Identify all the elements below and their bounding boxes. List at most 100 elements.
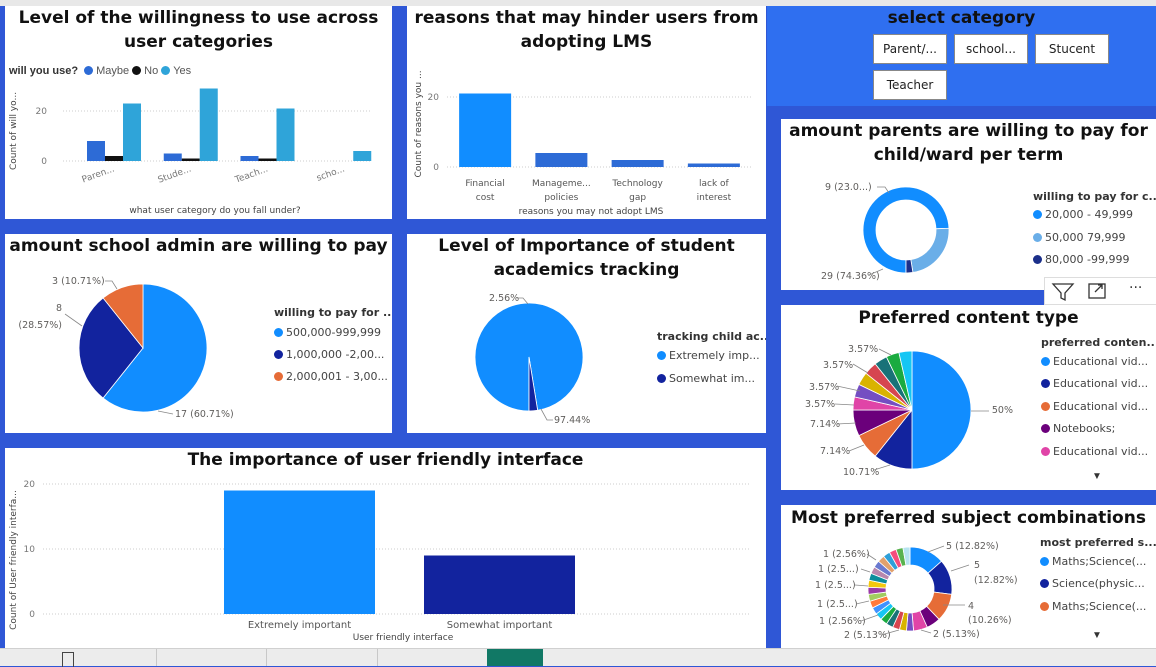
legend-swatch <box>1040 579 1049 588</box>
content-type-legend-label: Educational vid... <box>1053 355 1149 368</box>
legend-swatch <box>1033 233 1042 242</box>
tracking-legend-label: Somewhat im... <box>669 372 755 385</box>
data-label: 8 <box>56 303 62 314</box>
data-label: 3.57% <box>823 360 853 371</box>
slicer-option-student[interactable]: Stucent <box>1035 34 1109 64</box>
subjects-legend-item: Maths;Science(... <box>1040 555 1146 568</box>
tracking-legend-item: Extremely imp... <box>657 349 760 362</box>
legend-swatch <box>1040 602 1049 611</box>
parents-pay-legend-label: 80,000 -99,999 <box>1045 253 1130 266</box>
leader-line <box>852 363 869 374</box>
x-axis-title: User friendly interface <box>353 633 454 643</box>
divider <box>156 649 157 666</box>
y-axis-title: Count of User friendly interfa... <box>9 490 19 630</box>
legend-swatch <box>274 350 283 359</box>
data-label: (10.26%) <box>968 615 1012 626</box>
x-tick-label: Financial <box>465 179 504 189</box>
bar <box>123 103 141 161</box>
y-tick-label: 0 <box>29 610 35 620</box>
leader-line <box>927 545 945 553</box>
legend-swatch <box>1041 402 1050 411</box>
leader-line <box>157 410 174 415</box>
data-label: (12.82%) <box>974 575 1018 586</box>
leader-line <box>848 444 865 452</box>
admin-pay-legend-item: 1,000,000 -2,00... <box>274 348 384 361</box>
data-label: 50% <box>992 405 1013 416</box>
parents-pay-legend-item: 50,000 79,999 <box>1033 231 1125 244</box>
parents-pay-legend-title: willing to pay for c... <box>1033 190 1156 203</box>
tracking-legend-label: Extremely imp... <box>669 349 760 362</box>
parents-pay-legend-label: 20,000 - 49,999 <box>1045 208 1133 221</box>
leader-line <box>920 629 932 634</box>
legend-swatch <box>1041 424 1050 433</box>
legend-swatch <box>1041 379 1050 388</box>
x-tick-label: gap <box>629 193 646 203</box>
x-tick-label: Extremely important <box>248 620 351 631</box>
content-type-legend-item: Educational vid... <box>1041 400 1148 413</box>
content-type-legend-item: Notebooks; <box>1041 422 1115 435</box>
slicer-option-parent[interactable]: Parent/... <box>873 34 947 64</box>
divider <box>377 649 378 666</box>
legend-scroll-down-icon[interactable]: ▼ <box>1092 630 1102 641</box>
leader-line <box>878 348 892 356</box>
x-tick-label: scho... <box>315 164 346 183</box>
toolbar-icons: ··· <box>1051 280 1142 302</box>
more-options-icon[interactable]: ··· <box>1129 280 1142 296</box>
x-tick-label: lack of <box>699 179 730 189</box>
x-tick-label: Somewhat important <box>447 620 553 631</box>
content-type-legend-label: Educational vid... <box>1053 377 1149 390</box>
content-type-legend-label: Educational vid... <box>1053 400 1149 413</box>
willingness-chart-panel: Level of the willingness to use across u… <box>5 6 392 219</box>
subjects-legend-item: Maths;Science(... <box>1040 600 1146 613</box>
data-label: 1 (2.5...) <box>818 564 859 575</box>
subjects-legend-label: Maths;Science(... <box>1052 600 1147 613</box>
legend-swatch <box>657 374 666 383</box>
x-tick-label: Manageme... <box>532 179 591 189</box>
data-label: (28.57%) <box>18 320 62 331</box>
filter-icon[interactable] <box>1051 283 1075 302</box>
data-label: 9 (23.0...) <box>825 182 872 193</box>
tracking-chart-panel: Level of Importance of student academics… <box>407 234 766 433</box>
active-page-tab[interactable] <box>487 649 543 666</box>
data-label: 7.14% <box>810 419 840 430</box>
data-label: 17 (60.71%) <box>175 409 234 420</box>
data-label: 1 (2.5...) <box>815 580 856 591</box>
x-tick-label: Paren... <box>81 164 116 185</box>
parents-pay-legend-item: 20,000 - 49,999 <box>1033 208 1133 221</box>
divider <box>266 649 267 666</box>
bar <box>611 160 664 167</box>
data-label: 2 (5.13%) <box>844 630 891 641</box>
content-type-legend-title: preferred conten... <box>1041 336 1156 349</box>
bar <box>424 555 575 614</box>
data-label: 1 (2.56%) <box>819 616 866 627</box>
leader-line <box>540 408 553 421</box>
willingness-bar-chart: 0 20 Paren... Stude... Teach... scho... what u… <box>9 88 372 216</box>
bar <box>276 108 295 161</box>
legend-swatch <box>657 351 666 360</box>
admin-pay-legend-title: willing to pay for ... <box>274 306 392 319</box>
x-tick-label: interest <box>697 193 732 203</box>
bar <box>353 151 372 161</box>
leader-line <box>834 403 855 406</box>
bar <box>105 156 123 161</box>
subjects-legend-title: most preferred s... <box>1040 536 1156 549</box>
bar <box>224 490 375 614</box>
legend-scroll-down-icon[interactable]: ▼ <box>1092 471 1102 482</box>
slicer-option-teacher[interactable]: Teacher <box>873 70 947 100</box>
focus-mode-icon[interactable] <box>1088 283 1106 299</box>
parents-pay-legend-item: 80,000 -99,999 <box>1033 253 1129 266</box>
data-label: 97.44% <box>554 415 590 426</box>
parents-pay-legend-label: 50,000 79,999 <box>1045 231 1126 244</box>
content-type-legend-item: Educational vid... <box>1041 377 1148 390</box>
x-tick-label: policies <box>544 193 578 203</box>
legend-swatch <box>1041 447 1050 456</box>
content-type-pie-chart: 50% 10.71% 7.14% 7.14% 3.57% 3.57% 3.57% 3.57% <box>805 344 1013 478</box>
leader-line <box>855 600 870 605</box>
slicer-option-school[interactable]: school... <box>954 34 1028 64</box>
bar <box>258 158 277 161</box>
bar <box>459 93 512 167</box>
data-label: 5 (12.82%) <box>946 541 999 552</box>
slicer-title: select category <box>887 8 1036 28</box>
y-tick-label: 20 <box>36 107 48 117</box>
data-label: 1 (2.56%) <box>823 549 870 560</box>
